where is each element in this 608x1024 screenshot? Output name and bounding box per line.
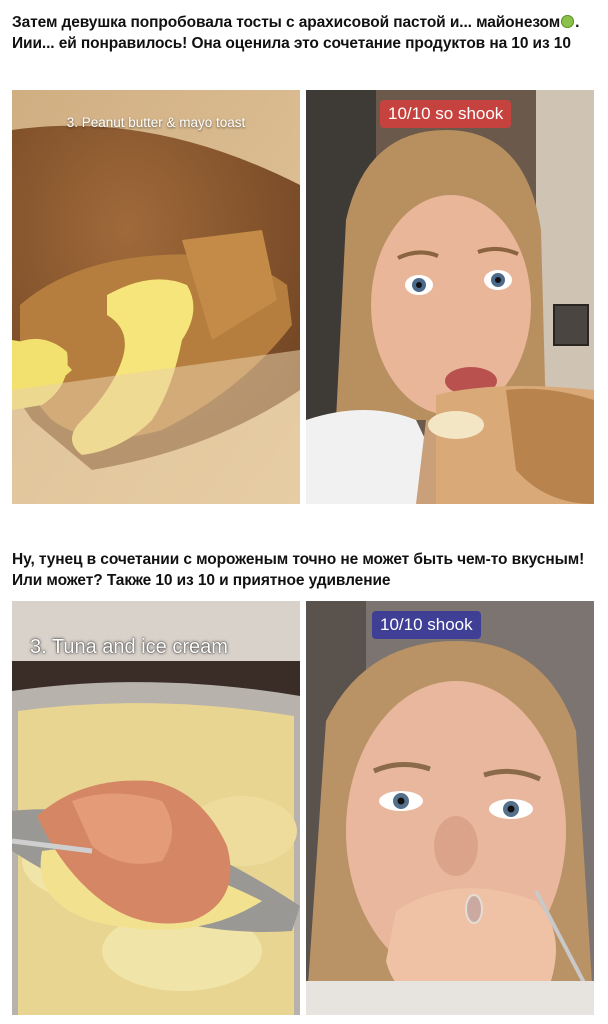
tuna-ice-cream-illustration	[12, 601, 300, 1015]
caption-toast-part1: Затем девушка попробовала тосты с арахис…	[12, 14, 561, 31]
rating-badge-so-shook: 10/10 so shook	[380, 100, 512, 128]
rating-badge-shook: 10/10 shook	[372, 611, 481, 639]
girl-reaction-tuna-illustration	[306, 601, 594, 1015]
photo-tuna-ice-cream: 3. Tuna and ice cream	[12, 601, 300, 1015]
photo-label-tuna-ice-cream: 3. Tuna and ice cream	[30, 636, 228, 658]
caption-toast: Затем девушка попробовала тосты с арахис…	[12, 12, 598, 54]
photo-girl-reaction-toast: 10/10 so shook	[306, 90, 594, 504]
photo-peanut-butter-mayo-toast: 3. Peanut butter & mayo toast	[12, 90, 300, 504]
girl-reaction-illustration	[306, 90, 594, 504]
toast-illustration	[12, 90, 300, 504]
photo-label-peanut-butter-mayo: 3. Peanut butter & mayo toast	[66, 115, 246, 130]
caption-tuna: Ну, тунец в сочетании с мороженым точно …	[12, 551, 585, 589]
photo-girl-reaction-tuna: 10/10 shook	[306, 601, 594, 1015]
nauseated-face-emoji-icon	[561, 15, 575, 28]
